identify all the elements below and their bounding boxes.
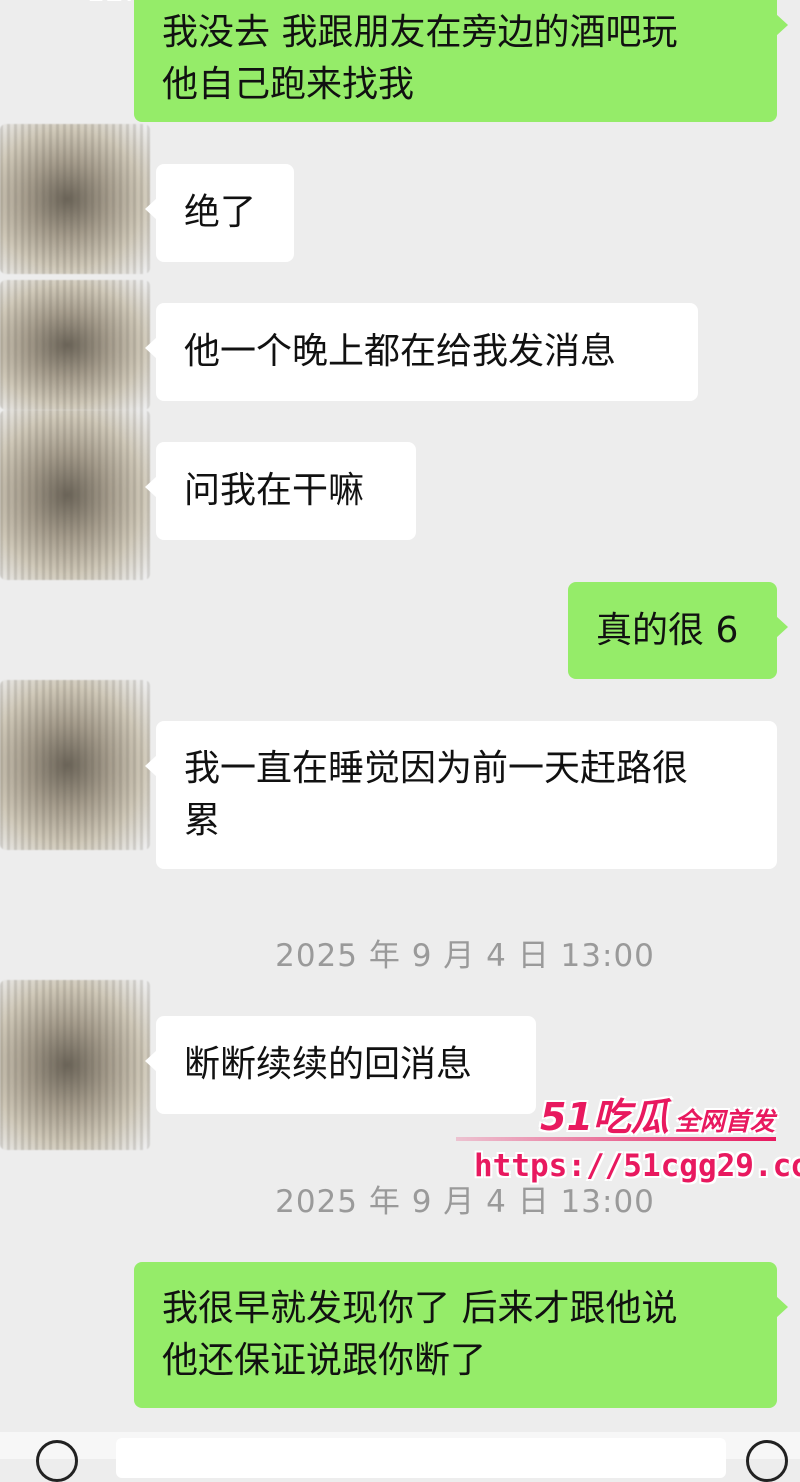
incoming-message[interactable]: 他一个晚上都在给我发消息	[145, 303, 698, 401]
contact-avatar[interactable]	[0, 280, 150, 410]
plus-icon[interactable]	[746, 1440, 788, 1482]
contact-avatar[interactable]	[0, 124, 150, 274]
incoming-message[interactable]: 我一直在睡觉因为前一天赶路很 累	[145, 721, 777, 869]
message-input[interactable]	[116, 1438, 726, 1478]
contact-avatar[interactable]	[0, 410, 150, 580]
incoming-message[interactable]: 问我在干嘛	[145, 442, 416, 540]
message-text: 断断续续的回消息	[184, 1044, 473, 1085]
outgoing-message[interactable]: 我很早就发现你了 后来才跟他说 他还保证说跟你断了	[134, 1262, 788, 1408]
watermark-divider	[456, 1137, 776, 1141]
timestamp: 2025 年 9 月 4 日 13:00	[275, 938, 655, 974]
message-line: 我很早就发现你了 后来才跟他说	[162, 1288, 678, 1329]
contact-avatar[interactable]	[0, 980, 150, 1150]
message-line: 累	[184, 800, 221, 841]
message-line: 他自己跑来找我	[162, 64, 415, 105]
outgoing-message[interactable]: 真的很 6	[568, 582, 788, 679]
message-line: 他还保证说跟你断了	[162, 1340, 487, 1381]
message-line: 我没去 我跟朋友在旁边的酒吧玩	[162, 12, 678, 53]
watermark-brand-name: 51吃瓜	[540, 1095, 669, 1139]
incoming-message[interactable]: 绝了	[145, 164, 294, 262]
message-line: 我一直在睡觉因为前一天赶路很	[184, 748, 689, 789]
message-text: 他一个晚上都在给我发消息	[184, 331, 617, 372]
watermark-url: https://51cgg29.com	[474, 1148, 800, 1184]
incoming-message[interactable]: 断断续续的回消息	[145, 1016, 536, 1114]
voice-icon[interactable]	[36, 1440, 78, 1482]
message-text: 真的很 6	[596, 609, 739, 651]
message-text: 问我在干嘛	[184, 470, 365, 511]
watermark-brand: 51吃瓜 全网首发	[540, 1086, 775, 1141]
watermark-slogan: 全网首发	[674, 1107, 775, 1136]
message-text: 绝了	[184, 192, 257, 233]
outgoing-message[interactable]: 我没去 我跟朋友在旁边的酒吧玩 他自己跑来找我	[134, 0, 788, 122]
contact-avatar[interactable]	[0, 680, 150, 850]
